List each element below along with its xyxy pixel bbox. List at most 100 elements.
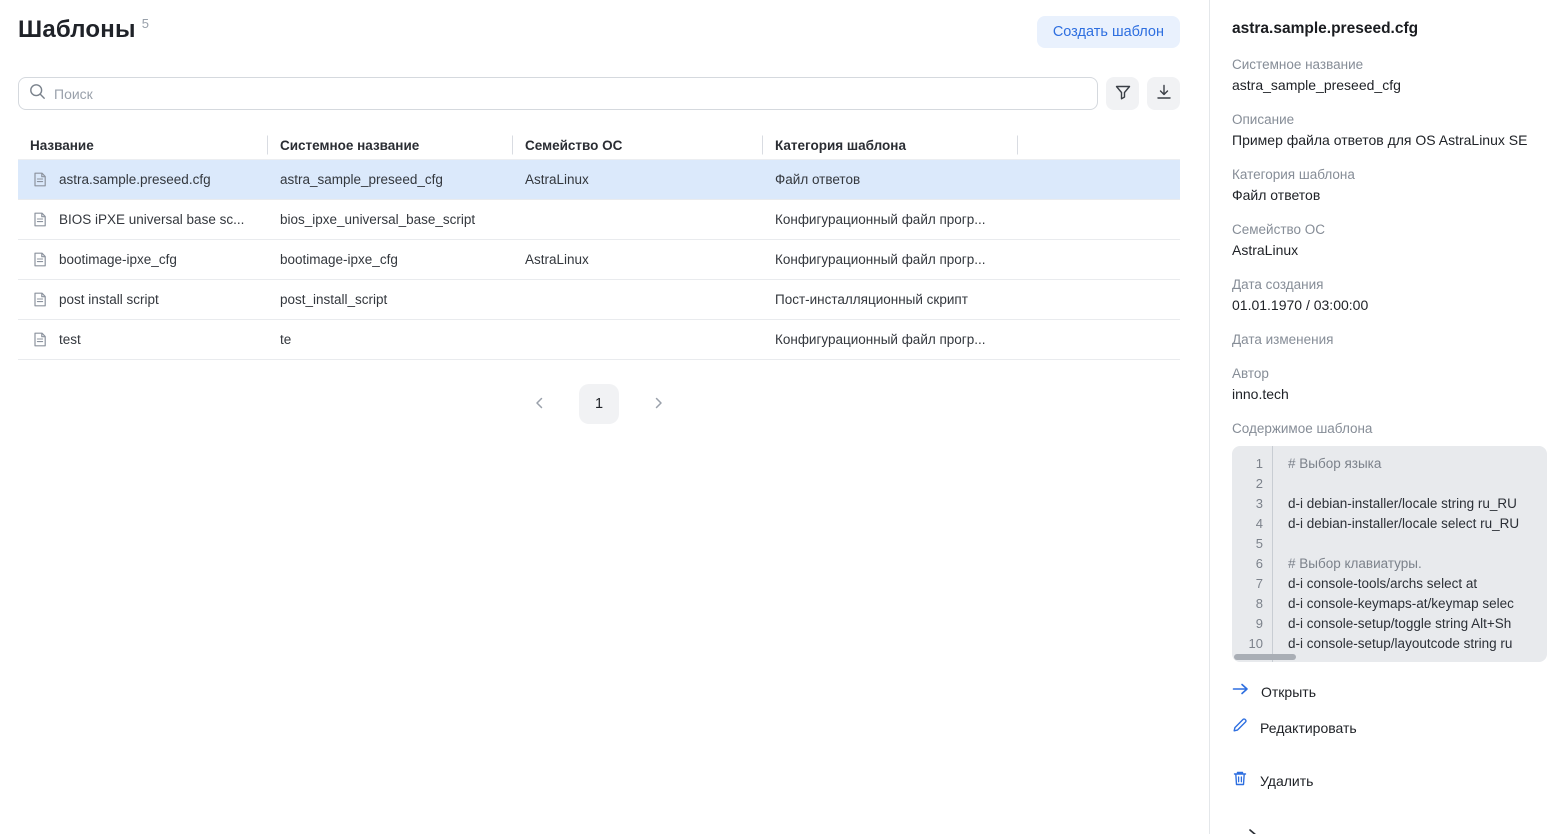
horizontal-scrollbar[interactable] xyxy=(1234,654,1296,660)
table-header-row: Название Системное название Семейство ОС… xyxy=(18,131,1180,160)
collapse-panel-button[interactable] xyxy=(1240,822,1266,834)
cell-category: Конфигурационный файл прогр... xyxy=(762,240,1017,279)
code-line: d-i console-setup/toggle string Alt+Sh xyxy=(1288,614,1547,634)
table-row[interactable]: astra.sample.preseed.cfg astra_sample_pr… xyxy=(18,160,1180,200)
filter-button[interactable] xyxy=(1106,77,1139,110)
line-number: 5 xyxy=(1232,534,1263,554)
field-author: Автор inno.tech xyxy=(1232,366,1555,402)
table-row[interactable]: bootimage-ipxe_cfg bootimage-ipxe_cfg As… xyxy=(18,240,1180,280)
line-number: 4 xyxy=(1232,514,1263,534)
document-icon xyxy=(32,331,48,348)
col-header-os-family[interactable]: Семейство ОС xyxy=(512,131,762,159)
field-label: Дата изменения xyxy=(1232,332,1555,347)
pagination-page-1[interactable]: 1 xyxy=(579,384,619,424)
cell-category: Пост-инсталляционный скрипт xyxy=(762,280,1017,319)
line-number: 9 xyxy=(1232,614,1263,634)
field-os-family: Семейство ОС AstraLinux xyxy=(1232,222,1555,258)
export-button[interactable] xyxy=(1147,77,1180,110)
open-button-label: Открыть xyxy=(1261,684,1316,700)
toolbar xyxy=(18,77,1180,110)
pagination: 1 xyxy=(18,384,1180,424)
details-title: astra.sample.preseed.cfg xyxy=(1232,20,1555,38)
pagination-prev-button[interactable] xyxy=(528,391,550,418)
templates-table: Название Системное название Семейство ОС… xyxy=(18,131,1180,360)
field-label: Автор xyxy=(1232,366,1555,381)
code-content: # Выбор языка d-i debian-installer/local… xyxy=(1273,446,1547,662)
table-row[interactable]: test te Конфигурационный файл прогр... xyxy=(18,320,1180,360)
template-content-viewer[interactable]: 1 2 3 4 5 6 7 8 9 10 # Выбор языка d-i d… xyxy=(1232,446,1547,662)
details-panel: astra.sample.preseed.cfg Системное назва… xyxy=(1209,0,1555,834)
page-title-wrap: Шаблоны5 xyxy=(18,16,149,44)
search-icon xyxy=(29,83,46,105)
line-number: 6 xyxy=(1232,554,1263,574)
cell-os-family: AstraLinux xyxy=(512,240,762,279)
open-button[interactable]: Открыть xyxy=(1232,682,1555,701)
field-value: Пример файла ответов для OS AstraLinux S… xyxy=(1232,132,1555,148)
field-label: Дата создания xyxy=(1232,277,1555,292)
col-header-name[interactable]: Название xyxy=(18,131,267,159)
download-icon xyxy=(1155,83,1173,104)
cell-os-family xyxy=(512,320,762,359)
chevron-left-icon xyxy=(532,395,546,414)
cell-name: post install script xyxy=(59,292,159,307)
code-line-numbers: 1 2 3 4 5 6 7 8 9 10 xyxy=(1232,446,1273,662)
code-line xyxy=(1288,474,1547,494)
cell-category: Конфигурационный файл прогр... xyxy=(762,320,1017,359)
field-category: Категория шаблона Файл ответов xyxy=(1232,167,1555,203)
field-description: Описание Пример файла ответов для OS Ast… xyxy=(1232,112,1555,148)
search-input[interactable] xyxy=(54,86,1087,102)
cell-os-family xyxy=(512,200,762,239)
template-content-section: Содержимое шаблона xyxy=(1232,421,1555,436)
edit-button-label: Редактировать xyxy=(1260,720,1357,736)
delete-button[interactable]: Удалить xyxy=(1232,770,1555,792)
arrow-right-icon xyxy=(1232,682,1249,701)
cell-os-family xyxy=(512,280,762,319)
delete-button-label: Удалить xyxy=(1260,773,1313,789)
col-header-actions xyxy=(1017,131,1180,159)
cell-name: bootimage-ipxe_cfg xyxy=(59,252,177,267)
field-label: Описание xyxy=(1232,112,1555,127)
field-created-date: Дата создания 01.01.1970 / 03:00:00 xyxy=(1232,277,1555,313)
col-header-system-name[interactable]: Системное название xyxy=(267,131,512,159)
page-header: Шаблоны5 Создать шаблон xyxy=(18,16,1180,48)
field-label: Категория шаблона xyxy=(1232,167,1555,182)
code-line: d-i console-setup/layoutcode string ru xyxy=(1288,634,1547,654)
cell-category: Конфигурационный файл прогр... xyxy=(762,200,1017,239)
edit-button[interactable]: Редактировать xyxy=(1232,717,1555,738)
cell-system-name: te xyxy=(267,320,512,359)
line-number: 2 xyxy=(1232,474,1263,494)
table-row[interactable]: BIOS iPXE universal base sc... bios_ipxe… xyxy=(18,200,1180,240)
col-header-category[interactable]: Категория шаблона xyxy=(762,131,1017,159)
trash-icon xyxy=(1232,770,1248,792)
cell-system-name: bootimage-ipxe_cfg xyxy=(267,240,512,279)
line-number: 7 xyxy=(1232,574,1263,594)
code-line: d-i debian-installer/locale string ru_RU xyxy=(1288,494,1547,514)
chevron-right-icon xyxy=(652,395,666,414)
filter-funnel-icon xyxy=(1114,83,1132,104)
field-value: AstraLinux xyxy=(1232,242,1555,258)
line-number: 3 xyxy=(1232,494,1263,514)
line-number: 10 xyxy=(1232,634,1263,654)
details-actions: Открыть Редактировать Удалить xyxy=(1232,682,1555,792)
table-row[interactable]: post install script post_install_script … xyxy=(18,280,1180,320)
pagination-next-button[interactable] xyxy=(648,391,670,418)
cell-os-family: AstraLinux xyxy=(512,160,762,199)
search-box[interactable] xyxy=(18,77,1098,110)
code-line xyxy=(1288,534,1547,554)
page-title: Шаблоны xyxy=(18,16,136,43)
field-value: astra_sample_preseed_cfg xyxy=(1232,77,1555,93)
cell-name: astra.sample.preseed.cfg xyxy=(59,172,211,187)
code-line: # Выбор клавиатуры. xyxy=(1288,554,1547,574)
line-number: 1 xyxy=(1232,454,1263,474)
cell-category: Файл ответов xyxy=(762,160,1017,199)
code-line: d-i console-tools/archs select at xyxy=(1288,574,1547,594)
code-line: d-i debian-installer/locale select ru_RU xyxy=(1288,514,1547,534)
field-value: inno.tech xyxy=(1232,386,1555,402)
field-system-name: Системное название astra_sample_preseed_… xyxy=(1232,57,1555,93)
cell-system-name: astra_sample_preseed_cfg xyxy=(267,160,512,199)
create-template-button[interactable]: Создать шаблон xyxy=(1037,16,1180,48)
field-label: Системное название xyxy=(1232,57,1555,72)
document-icon xyxy=(32,211,48,228)
document-icon xyxy=(32,291,48,308)
cell-name: test xyxy=(59,332,81,347)
